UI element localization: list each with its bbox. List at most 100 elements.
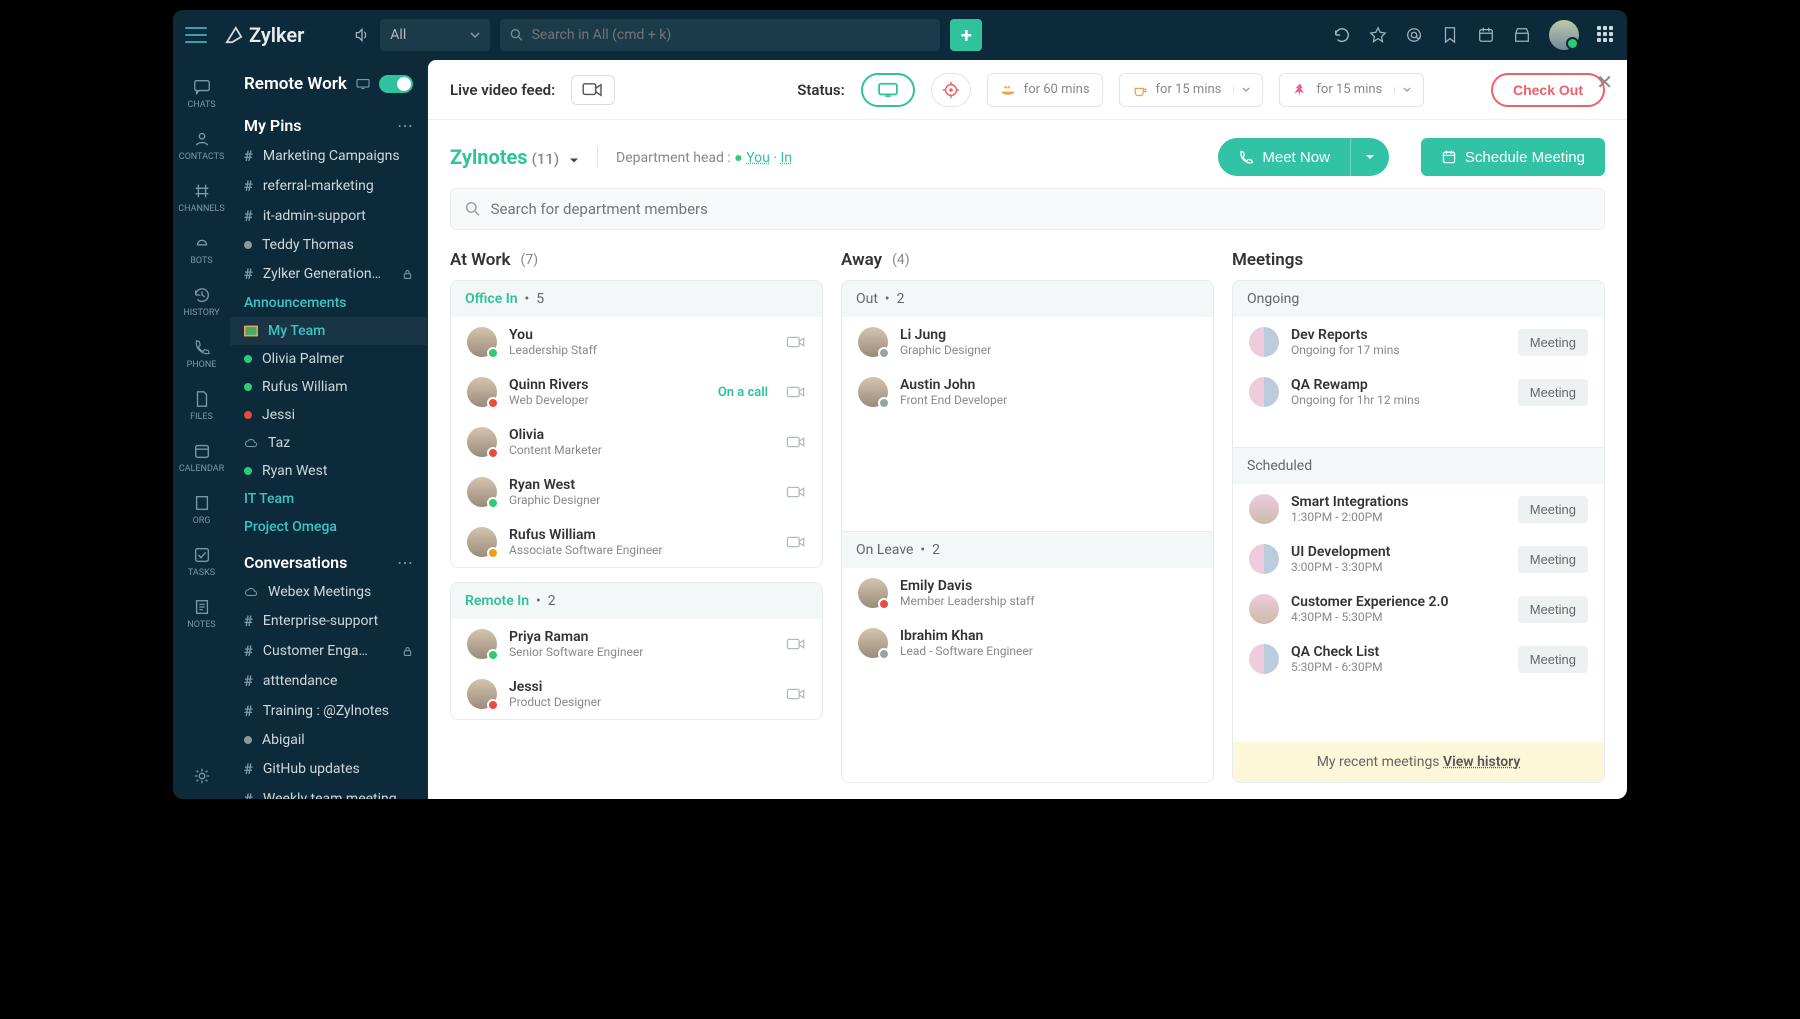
camera-icon[interactable] xyxy=(786,485,806,499)
nav-item[interactable]: Rufus William xyxy=(230,373,427,401)
person-row[interactable]: JessiProduct Designer xyxy=(451,669,822,719)
pins-menu-icon[interactable]: ⋯ xyxy=(397,116,413,135)
person-row[interactable]: Quinn RiversWeb DeveloperOn a call xyxy=(451,367,822,417)
check-out-button[interactable]: Check Out xyxy=(1491,73,1605,107)
camera-icon[interactable] xyxy=(786,687,806,701)
status-lunch[interactable]: for 60 mins xyxy=(987,73,1103,107)
person-row[interactable]: Ibrahim KhanLead - Software Engineer xyxy=(842,618,1213,668)
person-row[interactable]: Austin JohnFront End Developer xyxy=(842,367,1213,417)
dept-head-status[interactable]: In xyxy=(781,150,793,166)
nav-item[interactable]: Abigail xyxy=(230,726,427,754)
camera-icon[interactable] xyxy=(786,435,806,449)
speaker-icon[interactable] xyxy=(354,27,370,43)
global-search-input[interactable] xyxy=(532,27,931,43)
nav-item[interactable]: Ryan West xyxy=(230,457,427,485)
status-location[interactable] xyxy=(931,73,971,107)
project-omega-link[interactable]: Project Omega xyxy=(230,513,427,541)
menu-icon[interactable] xyxy=(185,27,207,43)
nav-item[interactable]: Jessi xyxy=(230,401,427,429)
nav-item[interactable]: #Marketing Campaigns xyxy=(230,141,427,171)
nav-item[interactable]: Taz xyxy=(230,429,427,457)
meeting-row[interactable]: QA RewampOngoing for 1hr 12 minsMeeting xyxy=(1233,367,1604,417)
status-available[interactable] xyxy=(861,73,915,107)
bookmark-icon[interactable] xyxy=(1441,26,1459,44)
nav-item[interactable]: #Weekly team meeting xyxy=(230,784,427,799)
meet-now-button[interactable]: Meet Now xyxy=(1218,138,1350,176)
status-break[interactable]: for 15 mins xyxy=(1279,73,1424,107)
nav-item[interactable]: #Training : @Zylnotes xyxy=(230,696,427,726)
dept-head-you[interactable]: You xyxy=(746,150,770,166)
store-icon[interactable] xyxy=(1513,26,1531,44)
video-toggle-button[interactable] xyxy=(571,75,615,105)
global-search[interactable] xyxy=(500,19,940,51)
close-icon[interactable]: ✕ xyxy=(1596,70,1613,94)
person-row[interactable]: Priya RamanSenior Software Engineer xyxy=(451,619,822,669)
meeting-button[interactable]: Meeting xyxy=(1518,546,1588,573)
rail-org[interactable]: ORG xyxy=(173,484,230,536)
rail-channels[interactable]: CHANNELS xyxy=(173,172,230,224)
member-search[interactable] xyxy=(450,188,1605,230)
person-row[interactable]: YouLeadership Staff xyxy=(451,317,822,367)
rail-phone[interactable]: PHONE xyxy=(173,328,230,380)
person-row[interactable]: Li JungGraphic Designer xyxy=(842,317,1213,367)
meeting-button[interactable]: Meeting xyxy=(1518,329,1588,356)
nav-item[interactable]: #Zylker Generation… xyxy=(230,259,427,289)
remote-work-toggle[interactable] xyxy=(379,75,413,93)
apps-grid-icon[interactable] xyxy=(1597,26,1615,44)
rail-tasks[interactable]: TASKS xyxy=(173,536,230,588)
nav-item[interactable]: Olivia Palmer xyxy=(230,345,427,373)
meeting-row[interactable]: Customer Experience 2.04:30PM - 5:30PMMe… xyxy=(1233,584,1604,634)
search-category-select[interactable]: All xyxy=(380,19,490,51)
person-row[interactable]: Rufus WilliamAssociate Software Engineer xyxy=(451,517,822,567)
meeting-button[interactable]: Meeting xyxy=(1518,596,1588,623)
nav-item[interactable]: Webex Meetings xyxy=(230,578,427,606)
user-avatar[interactable] xyxy=(1549,20,1579,50)
camera-icon[interactable] xyxy=(786,535,806,549)
refresh-icon[interactable] xyxy=(1333,26,1351,44)
rail-notes[interactable]: NOTES xyxy=(173,588,230,640)
nav-item[interactable]: Teddy Thomas xyxy=(230,231,427,259)
status-coffee[interactable]: for 15 mins xyxy=(1119,73,1264,107)
star-icon[interactable] xyxy=(1369,26,1387,44)
rail-chats[interactable]: CHATS xyxy=(173,68,230,120)
meet-now-dropdown[interactable] xyxy=(1350,138,1389,176)
member-search-input[interactable] xyxy=(491,200,1590,218)
meeting-button[interactable]: Meeting xyxy=(1518,379,1588,406)
meeting-row[interactable]: Dev ReportsOngoing for 17 minsMeeting xyxy=(1233,317,1604,367)
announcements-link[interactable]: Announcements xyxy=(230,289,427,317)
rail-bots[interactable]: BOTS xyxy=(173,224,230,276)
meeting-button[interactable]: Meeting xyxy=(1518,496,1588,523)
hash-icon: # xyxy=(244,612,253,630)
meeting-row[interactable]: QA Check List5:30PM - 6:30PMMeeting xyxy=(1233,634,1604,684)
person-row[interactable]: Ryan WestGraphic Designer xyxy=(451,467,822,517)
view-history-link[interactable]: View history xyxy=(1443,754,1520,770)
meeting-row[interactable]: UI Development3:00PM - 3:30PMMeeting xyxy=(1233,534,1604,584)
department-selector[interactable]: Zylnotes(11) xyxy=(450,145,579,169)
rail-contacts[interactable]: CONTACTS xyxy=(173,120,230,172)
nav-item[interactable]: #GitHub updates xyxy=(230,754,427,784)
camera-icon[interactable] xyxy=(786,335,806,349)
person-row[interactable]: OliviaContent Marketer xyxy=(451,417,822,467)
settings-icon[interactable] xyxy=(193,753,211,799)
nav-item[interactable]: #it-admin-support xyxy=(230,201,427,231)
nav-item[interactable]: #referral-marketing xyxy=(230,171,427,201)
add-button[interactable]: + xyxy=(950,19,982,51)
conversations-menu-icon[interactable]: ⋯ xyxy=(397,553,413,572)
nav-item[interactable]: #Customer Enga… xyxy=(230,636,427,666)
calendar-icon[interactable] xyxy=(1477,26,1495,44)
monitor-small-icon[interactable] xyxy=(355,78,371,90)
person-row[interactable]: Emily DavisMember Leadership staff xyxy=(842,568,1213,618)
rail-history[interactable]: HISTORY xyxy=(173,276,230,328)
it-team-link[interactable]: IT Team xyxy=(230,485,427,513)
meeting-row[interactable]: Smart Integrations1:30PM - 2:00PMMeeting xyxy=(1233,484,1604,534)
my-team-link[interactable]: My Team xyxy=(230,317,427,345)
camera-icon[interactable] xyxy=(786,637,806,651)
schedule-meeting-button[interactable]: Schedule Meeting xyxy=(1421,138,1605,176)
meeting-button[interactable]: Meeting xyxy=(1518,646,1588,673)
nav-item[interactable]: #Enterprise-support xyxy=(230,606,427,636)
rail-calendar[interactable]: CALENDAR xyxy=(173,432,230,484)
rail-files[interactable]: FILES xyxy=(173,380,230,432)
nav-item[interactable]: #atttendance xyxy=(230,666,427,696)
mention-icon[interactable] xyxy=(1405,26,1423,44)
camera-icon[interactable] xyxy=(786,385,806,399)
